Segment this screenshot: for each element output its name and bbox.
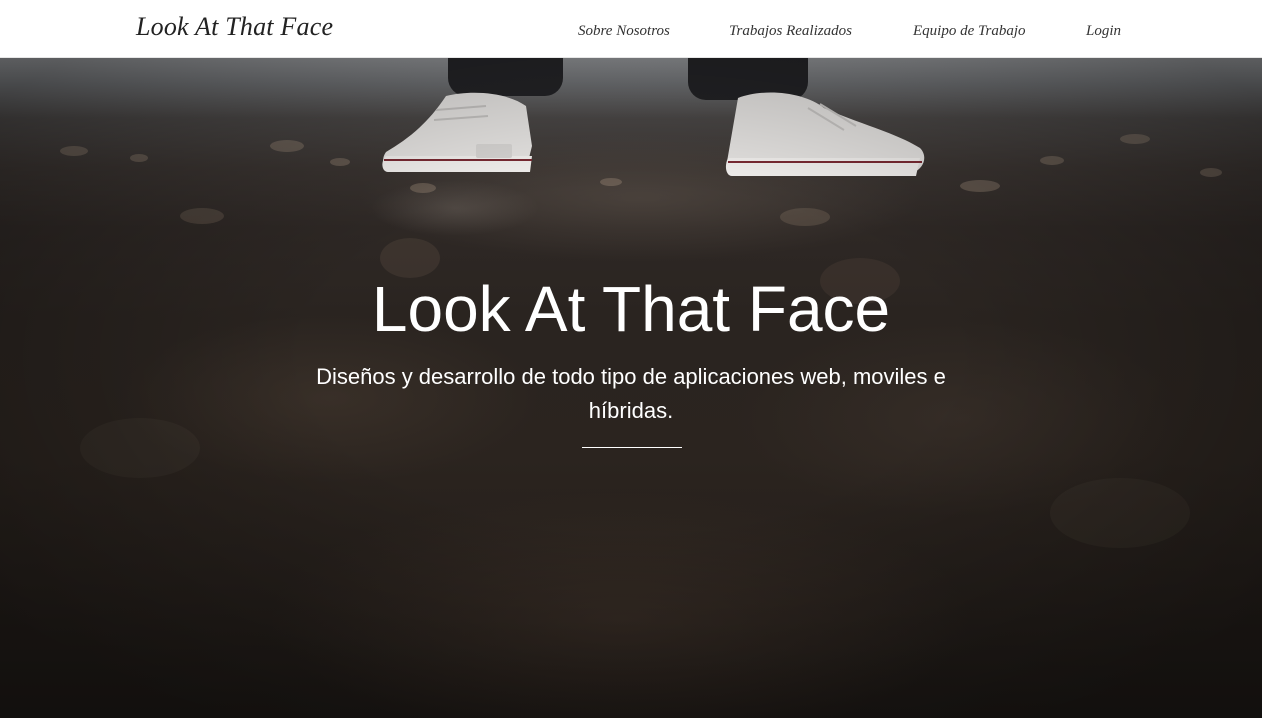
hero-title: Look At That Face: [371, 273, 891, 345]
hero-subtitle: Diseños y desarrollo de todo tipo de apl…: [316, 364, 946, 423]
nav-links: Sobre Nosotros Trabajos Realizados Equip…: [0, 23, 1262, 43]
nav-link-equipo-de-trabajo[interactable]: Equipo de Trabajo: [913, 23, 1026, 40]
top-navbar: Look At That Face Sobre Nosotros Trabajo…: [0, 0, 1262, 58]
hero-divider-line: [582, 447, 682, 448]
nav-link-trabajos-realizados[interactable]: Trabajos Realizados: [729, 23, 852, 40]
nav-link-sobre-nosotros[interactable]: Sobre Nosotros: [578, 23, 670, 40]
nav-link-login[interactable]: Login: [1086, 23, 1121, 40]
hero-section: Look At That Face Diseños y desarrollo d…: [0, 58, 1262, 718]
